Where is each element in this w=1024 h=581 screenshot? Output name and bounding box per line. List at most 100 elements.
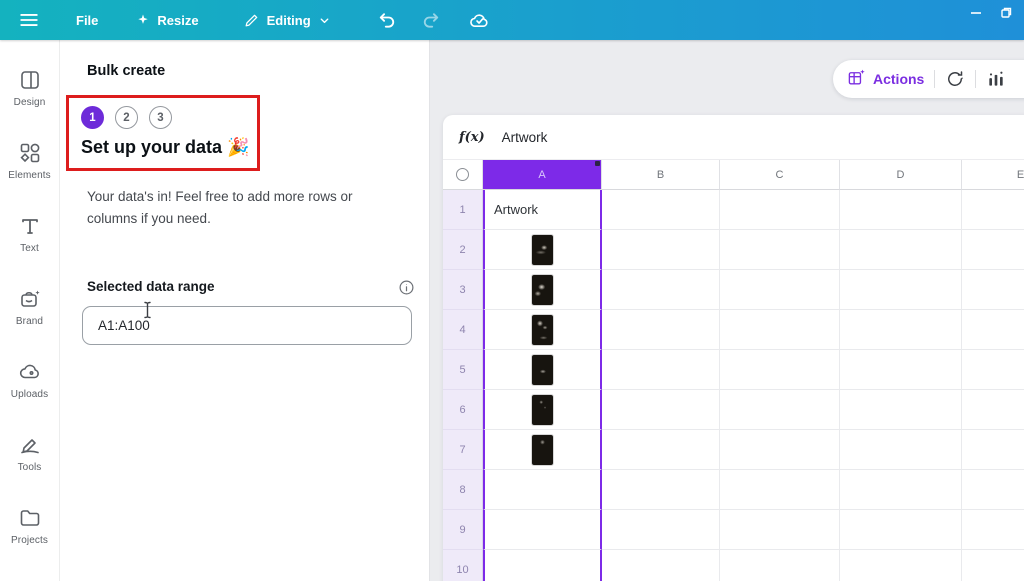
actions-button[interactable]: Actions (847, 68, 924, 90)
cell[interactable] (602, 350, 720, 390)
cell-a8[interactable] (483, 470, 602, 510)
cell-a3[interactable] (483, 270, 602, 310)
cell[interactable] (840, 550, 962, 581)
cell[interactable] (602, 550, 720, 581)
cell[interactable] (840, 350, 962, 390)
cell[interactable] (720, 550, 840, 581)
cell[interactable] (720, 310, 840, 350)
cell[interactable] (840, 390, 962, 430)
sync-refresh-icon[interactable] (945, 69, 965, 89)
cell[interactable] (840, 270, 962, 310)
step-3-badge[interactable]: 3 (149, 106, 172, 129)
row-header[interactable]: 10 (443, 550, 483, 581)
step-2-badge[interactable]: 2 (115, 106, 138, 129)
sidebar-item-uploads[interactable]: Uploads (0, 360, 59, 433)
cell[interactable] (602, 430, 720, 470)
row-header[interactable]: 6 (443, 390, 483, 430)
data-range-input[interactable] (82, 306, 412, 345)
sidebar-item-tools[interactable]: Tools (0, 433, 59, 506)
cell[interactable] (602, 230, 720, 270)
artwork-thumbnail[interactable] (532, 355, 553, 385)
sidebar-item-elements[interactable]: Elements (0, 141, 59, 214)
row-header[interactable]: 2 (443, 230, 483, 270)
cell[interactable] (602, 390, 720, 430)
cell[interactable] (962, 470, 1024, 510)
row-header[interactable]: 3 (443, 270, 483, 310)
select-all-cell[interactable] (443, 160, 483, 190)
cell[interactable] (602, 310, 720, 350)
chart-insights-icon[interactable] (986, 69, 1006, 89)
cell-a10[interactable] (483, 550, 602, 581)
info-icon[interactable] (398, 279, 415, 301)
cell-a4[interactable] (483, 310, 602, 350)
undo-button[interactable] (377, 10, 397, 30)
artwork-thumbnail[interactable] (532, 395, 553, 425)
file-menu-button[interactable]: File (76, 13, 98, 28)
cell[interactable] (602, 470, 720, 510)
cell[interactable] (962, 190, 1024, 230)
cell[interactable] (720, 190, 840, 230)
cell[interactable] (962, 430, 1024, 470)
column-header-e[interactable]: E (962, 160, 1024, 190)
sidebar-item-text[interactable]: Text (0, 214, 59, 287)
redo-button[interactable] (421, 10, 441, 30)
cell-a2[interactable] (483, 230, 602, 270)
cell[interactable] (720, 350, 840, 390)
hamburger-menu-icon[interactable] (18, 9, 40, 31)
cell[interactable] (720, 430, 840, 470)
cell[interactable] (962, 270, 1024, 310)
window-restore-icon[interactable] (1000, 6, 1012, 24)
cell[interactable] (962, 350, 1024, 390)
column-header-b[interactable]: B (602, 160, 720, 190)
sidebar-item-projects[interactable]: Projects (0, 506, 59, 579)
column-header-d[interactable]: D (840, 160, 962, 190)
sidebar-item-design[interactable]: Design (0, 68, 59, 141)
cell[interactable] (602, 190, 720, 230)
cell[interactable] (962, 510, 1024, 550)
artwork-thumbnail[interactable] (532, 315, 553, 345)
cell[interactable] (962, 550, 1024, 581)
row-header[interactable]: 9 (443, 510, 483, 550)
cell[interactable] (962, 390, 1024, 430)
projects-folder-icon (18, 506, 42, 535)
cell[interactable] (840, 190, 962, 230)
column-header-c[interactable]: C (720, 160, 840, 190)
cell[interactable] (720, 510, 840, 550)
window-minimize-icon[interactable] (970, 6, 982, 24)
row-header[interactable]: 8 (443, 470, 483, 510)
cell[interactable] (840, 230, 962, 270)
formula-bar[interactable]: f(x) Artwork (443, 115, 1024, 160)
cloud-save-status-icon[interactable] (469, 10, 490, 31)
resize-button[interactable]: Resize (136, 13, 198, 28)
row-header[interactable]: 1 (443, 190, 483, 230)
cell[interactable] (602, 270, 720, 310)
artwork-thumbnail[interactable] (532, 435, 553, 465)
artwork-thumbnail[interactable] (532, 275, 553, 305)
column-header-a-selected[interactable]: A (483, 160, 602, 190)
row-header[interactable]: 5 (443, 350, 483, 390)
cell[interactable] (602, 510, 720, 550)
cell-a1[interactable]: Artwork (483, 190, 602, 230)
editing-mode-dropdown[interactable]: Editing (243, 12, 331, 29)
cell[interactable] (840, 430, 962, 470)
sheet-row: 3 (443, 270, 1024, 310)
cell[interactable] (720, 470, 840, 510)
cell[interactable] (962, 230, 1024, 270)
cell[interactable] (840, 510, 962, 550)
cell-a9[interactable] (483, 510, 602, 550)
sidebar-item-brand[interactable]: Brand (0, 287, 59, 360)
step-1-badge[interactable]: 1 (81, 106, 104, 129)
cell[interactable] (840, 470, 962, 510)
cell[interactable] (720, 230, 840, 270)
artwork-thumbnail[interactable] (532, 235, 553, 265)
cell[interactable] (840, 310, 962, 350)
cell-a7[interactable] (483, 430, 602, 470)
cell-a5[interactable] (483, 350, 602, 390)
cell-a6[interactable] (483, 390, 602, 430)
cell[interactable] (720, 390, 840, 430)
row-header[interactable]: 4 (443, 310, 483, 350)
selection-handle[interactable] (595, 161, 600, 166)
cell[interactable] (962, 310, 1024, 350)
cell[interactable] (720, 270, 840, 310)
row-header[interactable]: 7 (443, 430, 483, 470)
